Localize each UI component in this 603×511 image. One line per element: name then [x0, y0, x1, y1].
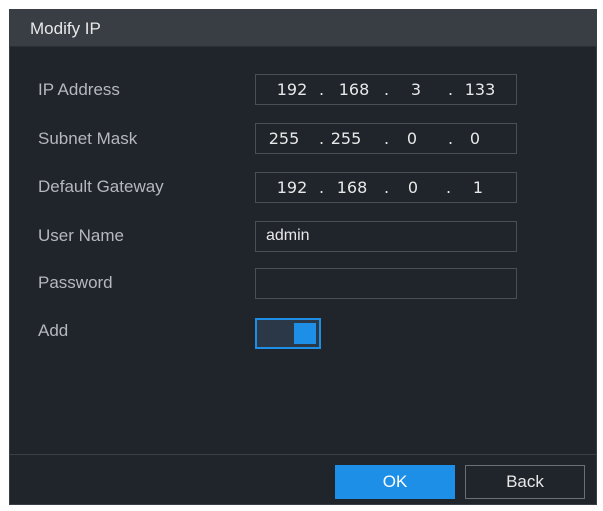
subnet-octet-2[interactable]: 255 — [324, 129, 368, 148]
subnet-octet-1[interactable]: 255 — [262, 129, 306, 148]
subnet-mask-label: Subnet Mask — [38, 129, 138, 148]
modify-ip-dialog: Modify IP IP Address 192 . 168 . 3 . 133… — [9, 9, 597, 505]
gateway-dot-1: . — [319, 178, 325, 197]
subnet-octet-4[interactable]: 0 — [453, 129, 497, 148]
gateway-octet-2[interactable]: 168 — [330, 178, 374, 197]
default-gateway-field[interactable]: 192 . 168 . 0 . 1 — [255, 172, 517, 203]
ip-octet-4[interactable]: 133 — [458, 80, 502, 99]
ip-dot-2: . — [384, 80, 390, 99]
ip-octet-2[interactable]: 168 — [332, 80, 376, 99]
gateway-octet-1[interactable]: 192 — [270, 178, 314, 197]
ip-octet-3[interactable]: 3 — [394, 80, 438, 99]
default-gateway-label: Default Gateway — [38, 177, 164, 196]
password-input[interactable] — [255, 268, 517, 299]
gateway-octet-3[interactable]: 0 — [391, 178, 435, 197]
gateway-dot-2: . — [384, 178, 390, 197]
gateway-octet-4[interactable]: 1 — [456, 178, 500, 197]
add-toggle[interactable] — [255, 318, 321, 349]
ip-dot-1: . — [319, 80, 325, 99]
footer-divider — [10, 454, 596, 455]
gateway-dot-3: . — [446, 178, 452, 197]
back-button[interactable]: Back — [465, 465, 585, 499]
add-label: Add — [38, 321, 69, 340]
ok-button[interactable]: OK — [335, 465, 455, 499]
subnet-dot-2: . — [384, 129, 390, 148]
toggle-knob — [294, 323, 316, 344]
ip-octet-1[interactable]: 192 — [270, 80, 314, 99]
dialog-titlebar: Modify IP — [10, 10, 596, 47]
user-name-label: User Name — [38, 226, 124, 245]
ip-address-label: IP Address — [38, 80, 120, 99]
ip-address-field[interactable]: 192 . 168 . 3 . 133 — [255, 74, 517, 105]
subnet-octet-3[interactable]: 0 — [390, 129, 434, 148]
subnet-mask-field[interactable]: 255 . 255 . 0 . 0 — [255, 123, 517, 154]
user-name-input[interactable]: admin — [255, 221, 517, 252]
ip-dot-3: . — [448, 80, 454, 99]
password-label: Password — [38, 273, 113, 292]
dialog-title: Modify IP — [30, 19, 101, 38]
